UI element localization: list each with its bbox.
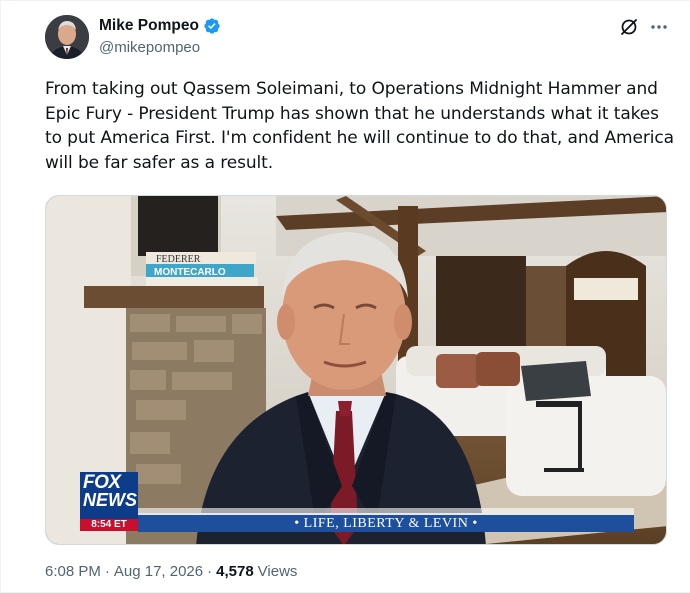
video-frame: FEDERER MONTECARLO [46,196,666,544]
grok-icon[interactable] [619,17,639,37]
author-handle[interactable]: @mikepompeo [99,39,200,56]
tweet-time[interactable]: 6:08 PM [45,563,101,580]
meta-separator-2: · [207,563,213,580]
meta-separator: · [104,563,110,580]
tweet-text: From taking out Qassem Soleimani, to Ope… [45,79,674,173]
fox-news-logo-news: NEWS [83,490,137,510]
tweet-metadata: 6:08 PM · Aug 17, 2026 · 4,578 Views [45,563,297,580]
views-count[interactable]: 4,578 [216,563,254,580]
book-spine-federer: FEDERER [156,254,201,265]
tweet-card[interactable]: Mike Pompeo @mikepompeo From taking out … [0,0,690,593]
tweet-date[interactable]: Aug 17, 2026 [114,563,203,580]
book-spine-montecarlo: MONTECARLO [154,267,226,278]
tweet-video[interactable]: FEDERER MONTECARLO FOX NEWS 8:54 ET • LI… [45,195,667,545]
views-label: Views [257,563,298,580]
more-icon[interactable] [649,17,669,37]
avatar[interactable] [45,15,89,59]
author-name[interactable]: Mike Pompeo [99,17,199,35]
show-title-chyron: • LIFE, LIBERTY & LEVIN • [138,513,634,532]
broadcast-time: 8:54 ET [80,519,138,531]
verified-badge-icon [204,18,220,34]
